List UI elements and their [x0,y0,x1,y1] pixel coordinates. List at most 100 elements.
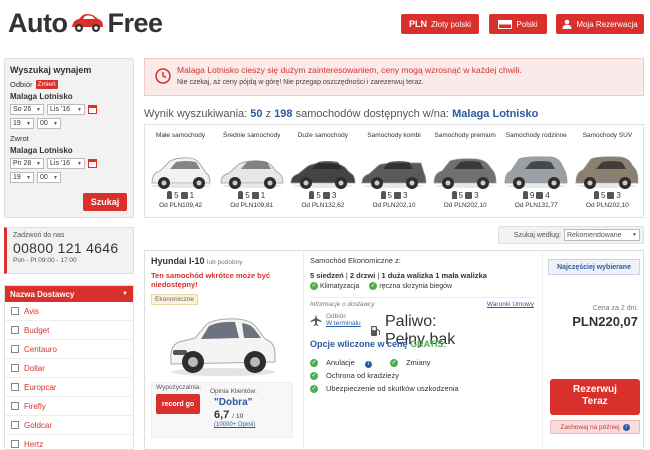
option-damage-label: Ubezpieczenie od skutków uszkodzenia [326,384,459,393]
category-price: Od PLN132,62 [301,202,345,209]
save-for-later-button[interactable]: Zachowaj na później i [550,420,640,434]
language-label: Polski [516,19,538,29]
supplier-item-label: Firefly [24,401,46,411]
category-seats: 5 [387,190,392,200]
check-icon: ✓ [310,359,318,368]
category-price: Od PLN202,10 [585,202,629,209]
availability-warning: Ten samochód wkrótce może być niedostępn… [151,271,271,289]
pickup-hour-value: 19 [13,120,21,127]
chevron-down-icon: ▼ [53,120,58,127]
currency-button[interactable]: PLN Złoty polski [401,14,479,34]
results-prefix: Wynik wyszukiwania: [144,108,248,120]
car-category-item[interactable]: Samochody rodzinne 9 4 Od PLN131,77 [501,125,572,217]
check-icon: ✓ [369,282,378,290]
luggage-icon [251,191,259,199]
option-cancellation-label: Anulacje [326,358,355,367]
person-icon [380,191,386,199]
supplier-item[interactable]: Hertz [5,435,133,450]
supplier-label: Wypożyczalnia: [156,384,202,391]
person-icon [593,191,599,199]
supplier-item[interactable]: Goldcar [5,416,133,435]
option-damage: ✓ Ubezpieczenie od skutków uszkodzenia [310,384,467,394]
checkbox[interactable] [11,402,19,410]
person-icon [309,191,315,199]
poland-flag-icon [498,19,513,29]
checkbox[interactable] [11,307,19,315]
info-icon: i [622,423,630,431]
pickup-month-select[interactable]: Lis '16 ▼ [47,104,85,115]
supplier-filter-header[interactable]: Nazwa Dostawcy ▼ [5,286,133,302]
terms-link[interactable]: Warunki Umowy [487,301,534,308]
supplier-info-label: Informacje o dostawcy [310,301,375,308]
return-day-select[interactable]: Pn 28 ▼ [10,158,44,169]
checkbox[interactable] [11,364,19,372]
change-button[interactable]: Zmień [35,79,58,89]
checkbox[interactable] [11,383,19,391]
option-theft: ✓ Ochrona od kradzieży [310,371,407,381]
supplier-item[interactable]: Avis [5,302,133,321]
car-category-item[interactable]: Samochody kombi 5 3 Od PLN202,10 [358,125,429,217]
return-minute-select[interactable]: 00 ▼ [37,172,61,183]
return-location[interactable]: Malaga Lotnisko [10,144,128,157]
pickup-info-value[interactable]: W terminalu [326,320,361,327]
book-now-button[interactable]: Rezerwuj Teraz [550,379,640,415]
supplier-logo[interactable]: record go [156,394,200,414]
included-options-title: Opcje wliczone w cenę GRATIS: [310,339,446,349]
supplier-item[interactable]: Firefly [5,397,133,416]
car-category-item[interactable]: Małe samochody 5 1 Od PLN109,42 [145,125,216,217]
supplier-item[interactable]: Dollar [5,359,133,378]
fuel-icon [371,326,380,336]
category-price: Od PLN202,10 [372,202,416,209]
pickup-hour-select[interactable]: 19 ▼ [10,118,34,129]
checkbox[interactable] [11,326,19,334]
calendar-icon[interactable] [88,159,97,168]
category-price: Od PLN109,81 [230,202,274,209]
category-seats: 5 [316,190,321,200]
alert-line-1: Malaga Lotnisko cieszy się dużym zainter… [177,65,522,75]
pickup-time-row: 19 ▼ 00 ▼ [10,117,128,130]
car-category-item[interactable]: Średnie samochody 5 1 Od PLN109,81 [216,125,287,217]
pickup-minute-select[interactable]: 00 ▼ [37,118,61,129]
luggage-icon [393,191,401,199]
calendar-icon[interactable] [88,105,97,114]
category-name: Średnie samochody [222,132,281,139]
clock-icon [155,68,171,84]
pickup-info: Odbiór: W terminalu [310,313,361,327]
logo[interactable]: Auto Free [8,7,163,39]
car-specs: 5 siedzeń | 2 drzwi | 1 duża walizka 1 m… [310,271,487,280]
car-category-item[interactable]: Duże samochody 5 3 Od PLN132,62 [287,125,358,217]
pickup-location[interactable]: Malaga Lotnisko [10,90,128,103]
option-changes: ✓ Zmiany [389,358,439,368]
checkbox[interactable] [11,440,19,448]
supplier-item[interactable]: Centauro [5,340,133,359]
reviews-link[interactable]: (10000+ Opinii) [214,422,255,428]
pickup-day-select[interactable]: So 26 ▼ [10,104,44,115]
car-category-item[interactable]: Samochody premium 5 3 Od PLN202,10 [430,125,501,217]
checkbox[interactable] [11,421,19,429]
book-now-line-1: Rezerwuj [573,384,617,395]
supplier-item[interactable]: Europcar [5,378,133,397]
my-booking-button[interactable]: Moja Rezerwacja [556,14,644,34]
sort-select[interactable]: Rekomendowane ▼ [564,229,640,241]
language-button[interactable]: Polski [489,14,547,34]
category-name: Samochody kombi [367,132,421,139]
return-time-row: 19 ▼ 00 ▼ [10,171,128,184]
car-category-item[interactable]: Samochody SUV 5 3 Od PLN202,10 [572,125,643,217]
sort-value: Rekomendowane [567,231,622,239]
results-summary: Wynik wyszukiwania: 50 z 198 samochodów … [144,108,538,120]
search-button[interactable]: Szukaj [83,193,127,211]
category-bags: 3 [474,190,479,200]
chevron-down-icon: ▼ [53,174,58,181]
results-suffix: samochodów dostępnych w/na: [295,108,450,120]
rating-score-of: / 10 [232,413,244,420]
return-month-select[interactable]: Lis '16 ▼ [47,158,85,169]
search-title: Wyszukaj wynajem [10,65,92,75]
return-hour-select[interactable]: 19 ▼ [10,172,34,183]
option-cancellation: ✓ Anulacje i [310,358,380,368]
checkbox[interactable] [11,345,19,353]
category-seats: 5 [174,190,179,200]
supplier-item[interactable]: Budget [5,321,133,340]
info-icon[interactable]: i [364,361,372,368]
demand-alert: Malaga Lotnisko cieszy się dużym zainter… [144,58,644,96]
phone-number[interactable]: 00800 121 4646 [13,240,127,256]
